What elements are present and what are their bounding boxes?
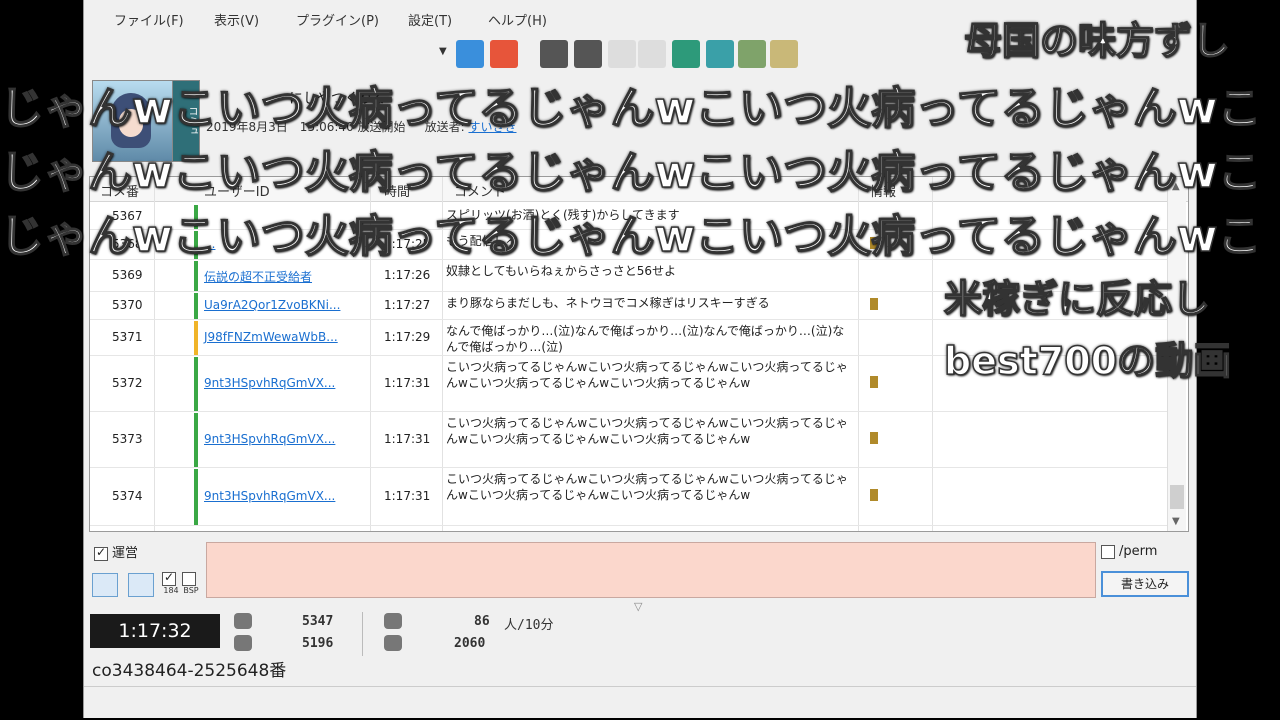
total-count: 2060 <box>454 636 486 651</box>
active-users-icon <box>384 613 402 629</box>
perm-check-icon[interactable] <box>1101 544 1115 559</box>
comment-number: 5369 <box>112 268 143 282</box>
comment-time: 1:17:31 <box>384 432 431 446</box>
overlay-comment-3: じゃんwこいつ火病ってるじゃんwこいつ火病ってるじゃんwこ <box>0 146 1262 199</box>
comment-number: 5374 <box>112 489 143 503</box>
flag-icon <box>870 298 878 310</box>
wifi-icon[interactable] <box>456 40 484 68</box>
table-row[interactable]: 5374 9nt3HSpvhRqGmVX... 1:17:31 こいつ火病ってるじゃん… <box>90 469 1170 526</box>
single-line-icon[interactable] <box>92 573 118 597</box>
comment-icon <box>234 613 252 629</box>
option-184-label: 184 <box>163 586 179 595</box>
user-color-bar <box>194 413 198 467</box>
overlay-comment-4: じゃんwこいつ火病ってるじゃんwこいつ火病ってるじゃんwこ <box>0 210 1262 263</box>
scroll-thumb[interactable] <box>1170 485 1184 509</box>
comment-number: 5370 <box>112 298 143 312</box>
user-color-bar <box>194 293 198 319</box>
comment-number: 5372 <box>112 376 143 390</box>
comment-time: 1:17:26 <box>384 268 431 282</box>
overlay-comment-2: じゃんwこいつ火病ってるじゃんwこいつ火病ってるじゃんwこ <box>0 82 1262 135</box>
camera-icon[interactable] <box>540 40 568 68</box>
comment-number: 5371 <box>112 330 143 344</box>
unei-check-icon[interactable] <box>94 545 108 561</box>
comment-text: こいつ火病ってるじゃんwこいつ火病ってるじゃんwこいつ火病ってるじゃんwこいつ火… <box>446 360 848 390</box>
user-color-bar <box>194 357 198 411</box>
comment-time: 1:17:29 <box>384 330 431 344</box>
unei-label: 運営 <box>112 546 139 561</box>
image-icon[interactable] <box>738 40 766 68</box>
comment-time: 1:17:31 <box>384 489 431 503</box>
active-count: 86 <box>474 614 490 629</box>
comment-text: こいつ火病ってるじゃんwこいつ火病ってるじゃんwこいつ火病ってるじゃんwこいつ火… <box>446 472 848 502</box>
user-id-link[interactable]: 9nt3HSpvhRqGmVX... <box>204 489 335 503</box>
perm-checkbox[interactable]: /perm <box>1101 544 1157 559</box>
user-id-link[interactable]: Ua9rA2Qor1ZvoBKNi... <box>204 298 340 312</box>
user-id-link[interactable]: J98fFNZmWewaWbB... <box>204 330 338 344</box>
user-color-bar <box>194 321 198 355</box>
camera2-icon[interactable] <box>574 40 602 68</box>
comment-input[interactable] <box>206 542 1096 598</box>
unei-checkbox[interactable]: 運営 <box>94 542 138 561</box>
option-bsp-checkbox[interactable]: BSP <box>182 572 200 595</box>
perm-label: /perm <box>1119 544 1158 559</box>
menu-settings[interactable]: 設定(T) <box>408 10 452 29</box>
overlay-comment-5: 米稼ぎに反応し <box>943 276 1211 322</box>
overlay-comment-1: 母国の味方ずし <box>963 18 1231 64</box>
user-id-link[interactable]: 9nt3HSpvhRqGmVX... <box>204 432 335 446</box>
tool-icon[interactable] <box>672 40 700 68</box>
menu-help[interactable]: ヘルプ(H) <box>488 10 547 29</box>
blank2-icon[interactable] <box>638 40 666 68</box>
user-id-link[interactable]: 伝説の超不正受給者 <box>204 268 312 285</box>
building-icon[interactable] <box>706 40 734 68</box>
flag-icon <box>870 432 878 444</box>
record-icon[interactable] <box>490 40 518 68</box>
option-184-check-icon[interactable] <box>162 570 176 586</box>
user-color-bar <box>194 261 198 291</box>
menu-plugin[interactable]: プラグイン(P) <box>296 10 379 29</box>
status-divider <box>362 612 363 656</box>
comment-text: こいつ火病ってるじゃんwこいつ火病ってるじゃんwこいつ火病ってるじゃんwこいつ火… <box>446 416 848 446</box>
flag-icon <box>870 489 878 501</box>
menu-file[interactable]: ファイル(F) <box>114 10 184 29</box>
visitor-count: 5196 <box>302 636 334 651</box>
comment-text: なんで俺ばっかり…(泣)なんで俺ばっかり…(泣)なんで俺ばっかり…(泣)なんで俺… <box>446 324 845 354</box>
user-id-link[interactable]: 9nt3HSpvhRqGmVX... <box>204 376 335 390</box>
comment-count: 5347 <box>302 614 334 629</box>
menu-view[interactable]: 表示(V) <box>214 10 259 29</box>
community-id: co3438464-2525648番 <box>92 661 287 681</box>
comment-number: 5373 <box>112 432 143 446</box>
comment-time: 1:17:27 <box>384 298 431 312</box>
elapsed-time: 1:17:32 <box>90 614 220 648</box>
comment-time: 1:17:31 <box>384 376 431 390</box>
multi-line-icon[interactable] <box>128 573 154 597</box>
submit-button[interactable]: 書き込み <box>1101 571 1189 597</box>
option-bsp-label: BSP <box>183 586 199 595</box>
overlay-comment-6: best700の動画 <box>943 338 1232 384</box>
comment-text: まり豚ならまだしも、ネトウヨでコメ稼ぎはリスキーすぎる <box>446 296 770 310</box>
toolbar <box>424 40 824 72</box>
active-unit: 人/10分 <box>504 618 554 633</box>
settings-icon[interactable] <box>770 40 798 68</box>
option-bsp-check-icon[interactable] <box>182 572 196 586</box>
scroll-down-icon[interactable]: ▼ <box>1172 516 1180 527</box>
user-color-bar <box>194 469 198 525</box>
flag-icon <box>870 376 878 388</box>
total-users-icon <box>384 635 402 651</box>
option-184-checkbox[interactable]: 184 <box>162 570 180 595</box>
table-row[interactable]: 5373 9nt3HSpvhRqGmVX... 1:17:31 こいつ火病ってるじゃん… <box>90 413 1170 468</box>
blank-icon[interactable] <box>608 40 636 68</box>
comment-text: 奴隷としてもいらねぇからさっさと56せよ <box>446 264 677 278</box>
visitor-icon <box>234 635 252 651</box>
